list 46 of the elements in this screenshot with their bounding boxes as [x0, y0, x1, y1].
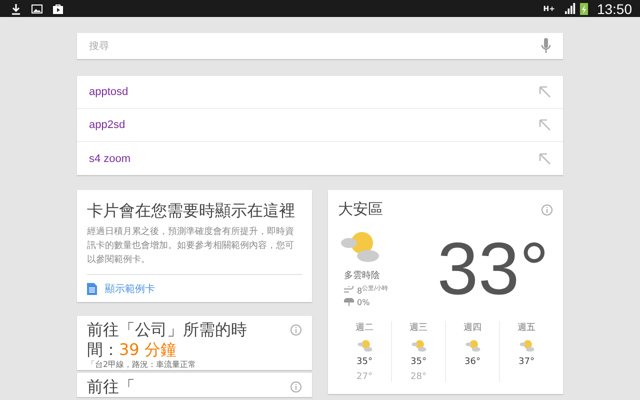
high-temperature: 36° — [464, 357, 480, 367]
high-temperature: 35° — [356, 357, 372, 367]
low-temperature: 27° — [356, 372, 372, 382]
rain-chance: 0% — [357, 298, 370, 307]
high-temperature: 35° — [410, 357, 426, 367]
arrow-up-left-icon[interactable] — [539, 86, 551, 98]
current-temperature: 33° — [437, 229, 549, 309]
commute-title: 前往「公司」所需的時間：39 分鐘 — [87, 320, 248, 360]
partly-cloudy-icon — [340, 229, 380, 263]
image-icon — [31, 2, 43, 14]
document-icon — [87, 282, 97, 294]
arrow-up-left-icon[interactable] — [539, 152, 551, 164]
suggestion-item[interactable]: s4 zoom — [77, 142, 563, 175]
weather-condition: 多雲時陰 — [344, 270, 381, 282]
location-title: 大安區 — [338, 200, 383, 219]
route-detail: 「台2甲線，路況：車流量正常 — [87, 360, 198, 370]
forecast-day: 週四 — [464, 321, 482, 334]
play-bag-icon — [52, 2, 64, 14]
info-icon[interactable] — [541, 204, 553, 216]
card-description: 經過日積月累之後，預測準確度會有所提升，即時資訊卡的數量也會增加。如要參考相關範例內容，您可以參閱範例卡。 — [87, 226, 295, 267]
signal-icon — [564, 3, 577, 14]
battery-icon — [580, 2, 588, 15]
partly-cloudy-icon — [410, 339, 426, 352]
clock-time: 13:50 — [596, 0, 632, 16]
partly-cloudy-icon — [464, 339, 480, 352]
info-icon[interactable] — [290, 381, 302, 393]
wind-speed: 8$^{公里/小時}$ — [357, 284, 388, 296]
forecast-day: 週五 — [518, 321, 536, 334]
forecast-day: 週三 — [410, 321, 428, 334]
low-temperature: 28° — [410, 372, 426, 382]
info-icon[interactable] — [290, 324, 302, 336]
search-field[interactable]: 搜尋 — [77, 33, 563, 59]
high-temperature: 37° — [518, 357, 534, 367]
arrow-up-left-icon[interactable] — [539, 119, 551, 131]
commute-title: 前往「 — [87, 377, 136, 397]
wind-icon — [344, 286, 354, 294]
forecast-day: 週二 — [356, 321, 374, 334]
partly-cloudy-icon — [356, 339, 372, 352]
search-input[interactable]: 搜尋 — [89, 40, 541, 52]
partly-cloudy-icon — [518, 339, 534, 352]
suggestion-item[interactable]: apptosd — [77, 76, 563, 109]
download-icon — [10, 2, 22, 14]
umbrella-icon — [344, 298, 354, 306]
microphone-icon[interactable] — [541, 38, 551, 54]
suggestion-item[interactable]: app2sd — [77, 109, 563, 142]
card-title: 卡片會在您需要時顯示在這裡 — [87, 200, 296, 222]
